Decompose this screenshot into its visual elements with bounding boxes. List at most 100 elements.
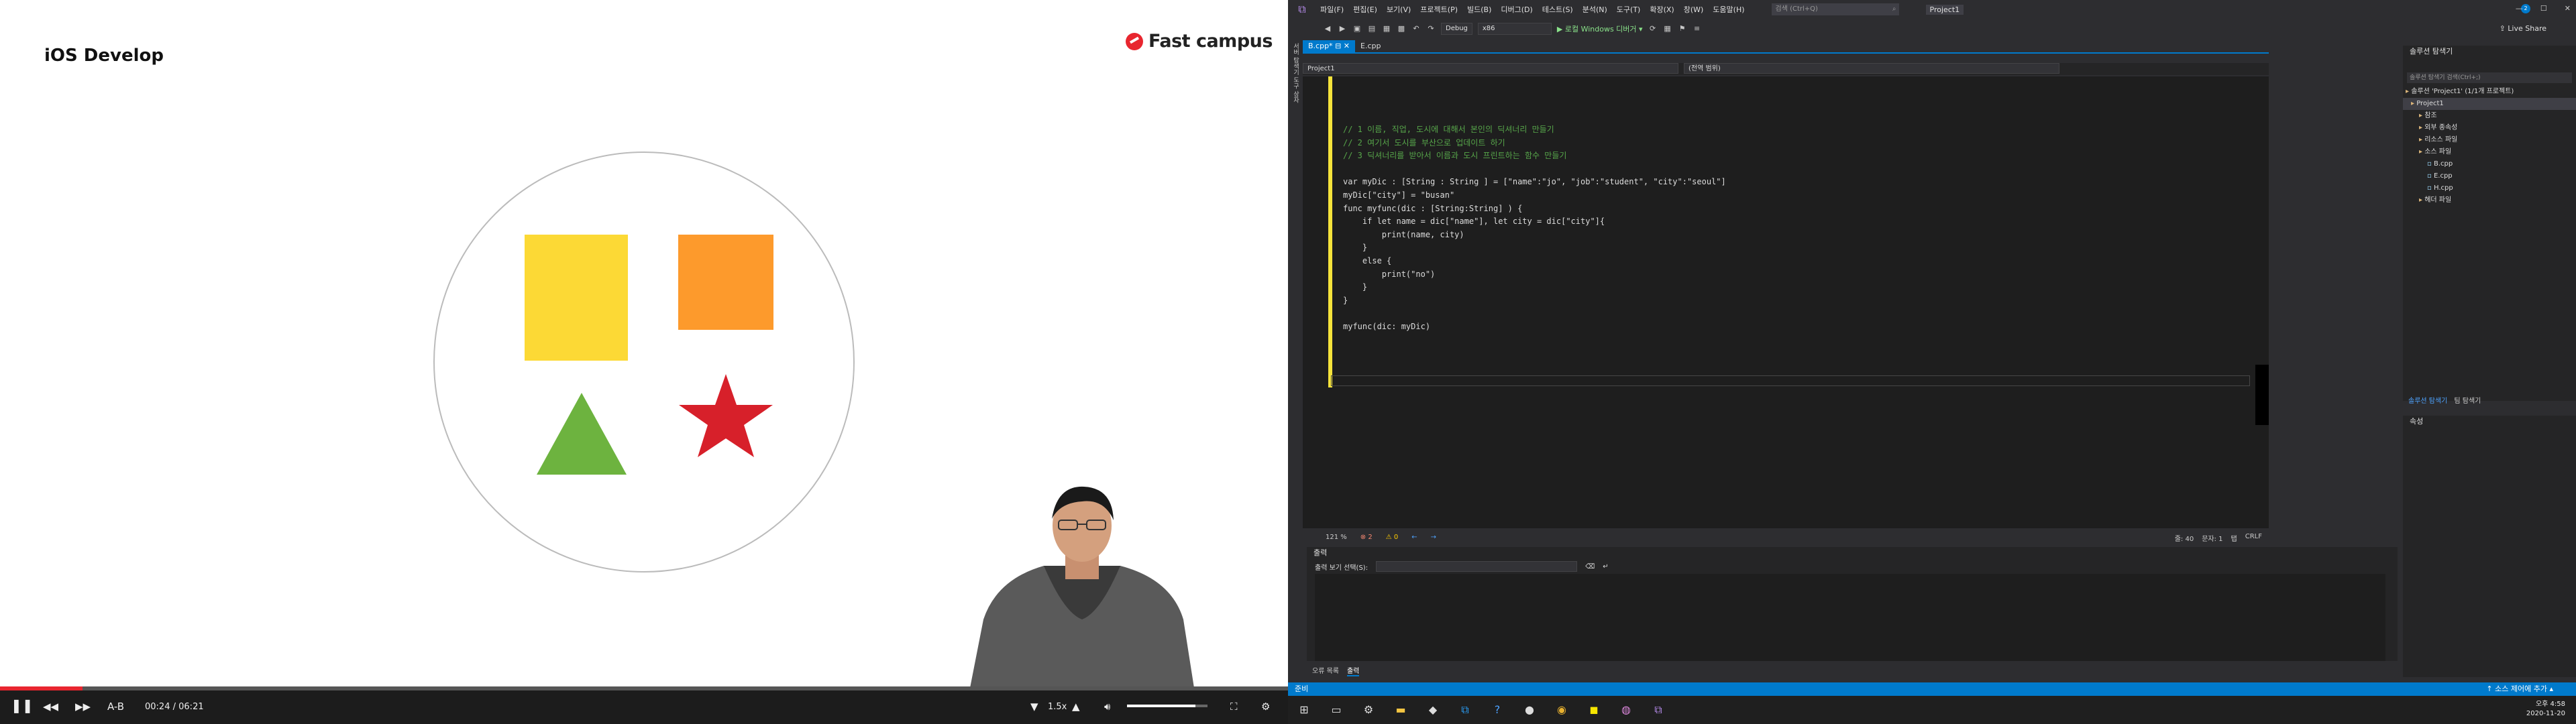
file-explorer-icon[interactable]: ▬ (1391, 701, 1410, 719)
menu-item[interactable]: 도구(T) (1617, 4, 1641, 15)
menu-item[interactable]: 보기(V) (1387, 4, 1411, 15)
settings-gear-icon[interactable]: ⚙ (1261, 701, 1270, 713)
menu-item[interactable]: 프로젝트(P) (1420, 4, 1458, 15)
redo-icon[interactable]: ↷ (1426, 24, 1436, 34)
tree-item[interactable]: ▸ 소스 파일 (2403, 146, 2576, 158)
save-icon[interactable]: ▦ (1382, 24, 1391, 34)
tree-item[interactable]: ▫ B.cpp (2403, 158, 2576, 170)
menu-item[interactable]: 편집(E) (1353, 4, 1377, 15)
help-icon[interactable]: ? (1488, 701, 1507, 719)
comment-icon[interactable]: ≡ (1693, 24, 1702, 34)
zoom-level[interactable]: 121 % (1326, 534, 1347, 541)
maximize-icon[interactable]: ☐ (2540, 4, 2547, 13)
code-line[interactable]: // 3 딕셔너리를 받아서 이름과 도시 프린트하는 함수 만들기 (1343, 149, 1726, 163)
vscode-icon[interactable]: ⧉ (1456, 701, 1474, 719)
code-line[interactable]: } (1343, 281, 1726, 294)
speed-down-icon[interactable]: ▼ (1030, 701, 1038, 713)
output-source-select[interactable] (1376, 561, 1578, 572)
code-line[interactable]: } (1343, 241, 1726, 255)
pin-icon[interactable]: ⊟ (1335, 42, 1341, 50)
hot-reload-icon[interactable]: ⟳ (1648, 24, 1658, 34)
tab-team-explorer[interactable]: 팀 탐색기 (2454, 396, 2481, 408)
error-count[interactable]: ⊗ 2 (1360, 534, 1373, 541)
code-line[interactable]: // 1 이름, 직업, 도시에 대해서 본인의 딕셔너리 만들기 (1343, 123, 1726, 137)
line-ending[interactable]: CRLF (2245, 533, 2262, 543)
visual-studio-taskbar-icon[interactable]: ⧉ (1649, 701, 1668, 719)
windows-start-icon[interactable]: ⊞ (1295, 701, 1313, 719)
ab-loop-button[interactable]: A-B (107, 701, 124, 713)
tab-b-cpp[interactable]: B.cpp* ⊟ ✕ (1303, 40, 1355, 52)
scroll-minimap[interactable] (2255, 98, 2269, 527)
fullscreen-icon[interactable]: ⛶ (1230, 701, 1238, 713)
live-share-button[interactable]: ⇪ Live Share (2500, 24, 2546, 33)
close-icon[interactable]: ✕ (2565, 4, 2571, 13)
platform-select[interactable]: x86 (1477, 23, 1552, 35)
code-line[interactable]: var myDic : [String : String ] = ["name"… (1343, 176, 1726, 189)
volume-icon[interactable]: 🔊︎ (1104, 701, 1110, 713)
new-project-icon[interactable]: ▣ (1352, 24, 1362, 34)
code-line[interactable] (1343, 307, 1726, 320)
code-line[interactable]: if let name = dic["name"], let city = di… (1343, 215, 1726, 229)
code-editor[interactable]: // 1 이름, 직업, 도시에 대해서 본인의 딕셔너리 만들기// 2 여기… (1303, 76, 2269, 528)
code-line[interactable]: func myfunc(dic : [String:String] ) { (1343, 202, 1726, 216)
run-debugger-button[interactable]: ▶ 로컬 Windows 디버거 ▾ (1557, 23, 1643, 34)
chrome-icon[interactable]: ◉ (1552, 701, 1571, 719)
tree-item[interactable]: ▫ H.cpp (2403, 182, 2576, 194)
app2-icon[interactable]: ◍ (1617, 701, 1635, 719)
open-file-icon[interactable]: ▤ (1367, 24, 1377, 34)
code-line[interactable]: // 2 여기서 도시를 부산으로 업데이트 하기 (1343, 137, 1726, 150)
menu-item[interactable]: 디버그(D) (1501, 4, 1532, 15)
menu-item[interactable]: 테스트(S) (1542, 4, 1573, 15)
word-wrap-icon[interactable]: ↵ (1603, 563, 1608, 570)
code-line[interactable]: } (1343, 294, 1726, 308)
source-control-button[interactable]: ↑ 소스 제어에 추가 ▴ (2486, 682, 2553, 696)
menu-item[interactable]: 파일(F) (1320, 4, 1344, 15)
minimap-viewport[interactable] (2255, 365, 2269, 425)
code-text[interactable]: // 1 이름, 직업, 도시에 대해서 본인의 딕셔너리 만들기// 2 여기… (1343, 123, 1726, 334)
menu-item[interactable]: 도움말(H) (1713, 4, 1744, 15)
code-line[interactable]: myfunc(dic: myDic) (1343, 320, 1726, 334)
tree-item[interactable]: ▸ 솔루션 'Project1' (1/1개 프로젝트) (2403, 86, 2576, 98)
search-box[interactable]: 검색 (Ctrl+Q) ⌕ (1771, 3, 1899, 15)
menu-item[interactable]: 분석(N) (1582, 4, 1607, 15)
bookmark-icon[interactable]: ⚑ (1678, 24, 1687, 34)
tab-output[interactable]: 출력 (1346, 665, 1360, 676)
tree-item[interactable]: ▸ 헤더 파일 (2403, 194, 2576, 206)
save-all-icon[interactable]: ▩ (1397, 24, 1406, 34)
tab-close-icon[interactable]: ✕ (1344, 42, 1350, 50)
tree-item[interactable]: ▸ Project1 (2403, 98, 2576, 110)
app-icon[interactable]: ◆ (1424, 701, 1442, 719)
rewind-icon[interactable]: ◀◀ (43, 701, 58, 713)
settings-icon[interactable]: ⚙ (1359, 701, 1378, 719)
project-dropdown[interactable]: Project1 (1303, 63, 1678, 74)
configuration-select[interactable]: Debug (1441, 23, 1472, 35)
output-text[interactable] (1315, 574, 2385, 661)
back-icon[interactable]: ◀ (1323, 24, 1332, 34)
kakaotalk-icon[interactable]: ◼ (1585, 701, 1603, 719)
tab-mode[interactable]: 탭 (2231, 533, 2237, 543)
code-line[interactable]: print("no") (1343, 268, 1726, 282)
tree-item[interactable]: ▸ 리소스 파일 (2403, 134, 2576, 146)
speed-up-icon[interactable]: ▲ (1072, 701, 1080, 713)
tab-e-cpp[interactable]: E.cpp (1355, 40, 1386, 52)
forward-icon[interactable]: ▶ (1338, 24, 1347, 34)
menu-item[interactable]: 빌드(B) (1467, 4, 1491, 15)
tree-item[interactable]: ▸ 외부 종속성 (2403, 122, 2576, 134)
menu-item[interactable]: 확장(X) (1650, 4, 1674, 15)
tab-solution-explorer[interactable]: 솔루션 탐색기 (2408, 396, 2447, 408)
nav-back-icon[interactable]: ← (1411, 534, 1417, 541)
warning-count[interactable]: ⚠ 0 (1386, 534, 1399, 541)
github-icon[interactable]: ● (1520, 701, 1539, 719)
diagnostics-icon[interactable]: ▦ (1663, 24, 1672, 34)
scope-dropdown[interactable]: (전역 범위) (1684, 63, 2059, 74)
code-line[interactable]: myDic["city"] = "busan" (1343, 189, 1726, 202)
left-tool-tabs[interactable]: 서버 탐색기 도구 상자 (1291, 43, 1300, 311)
menu-item[interactable]: 창(W) (1684, 4, 1704, 15)
clear-output-icon[interactable]: ⌫ (1585, 563, 1595, 570)
tree-item[interactable]: ▫ E.cpp (2403, 170, 2576, 182)
system-clock[interactable]: 오후 4:58 2020-11-20 (2526, 700, 2565, 719)
tab-error-list[interactable]: 오류 목록 (1312, 665, 1339, 676)
undo-icon[interactable]: ↶ (1411, 24, 1421, 34)
solution-search-input[interactable]: 솔루션 탐색기 검색(Ctrl+;) (2407, 72, 2572, 83)
code-line[interactable]: print(name, city) (1343, 229, 1726, 242)
